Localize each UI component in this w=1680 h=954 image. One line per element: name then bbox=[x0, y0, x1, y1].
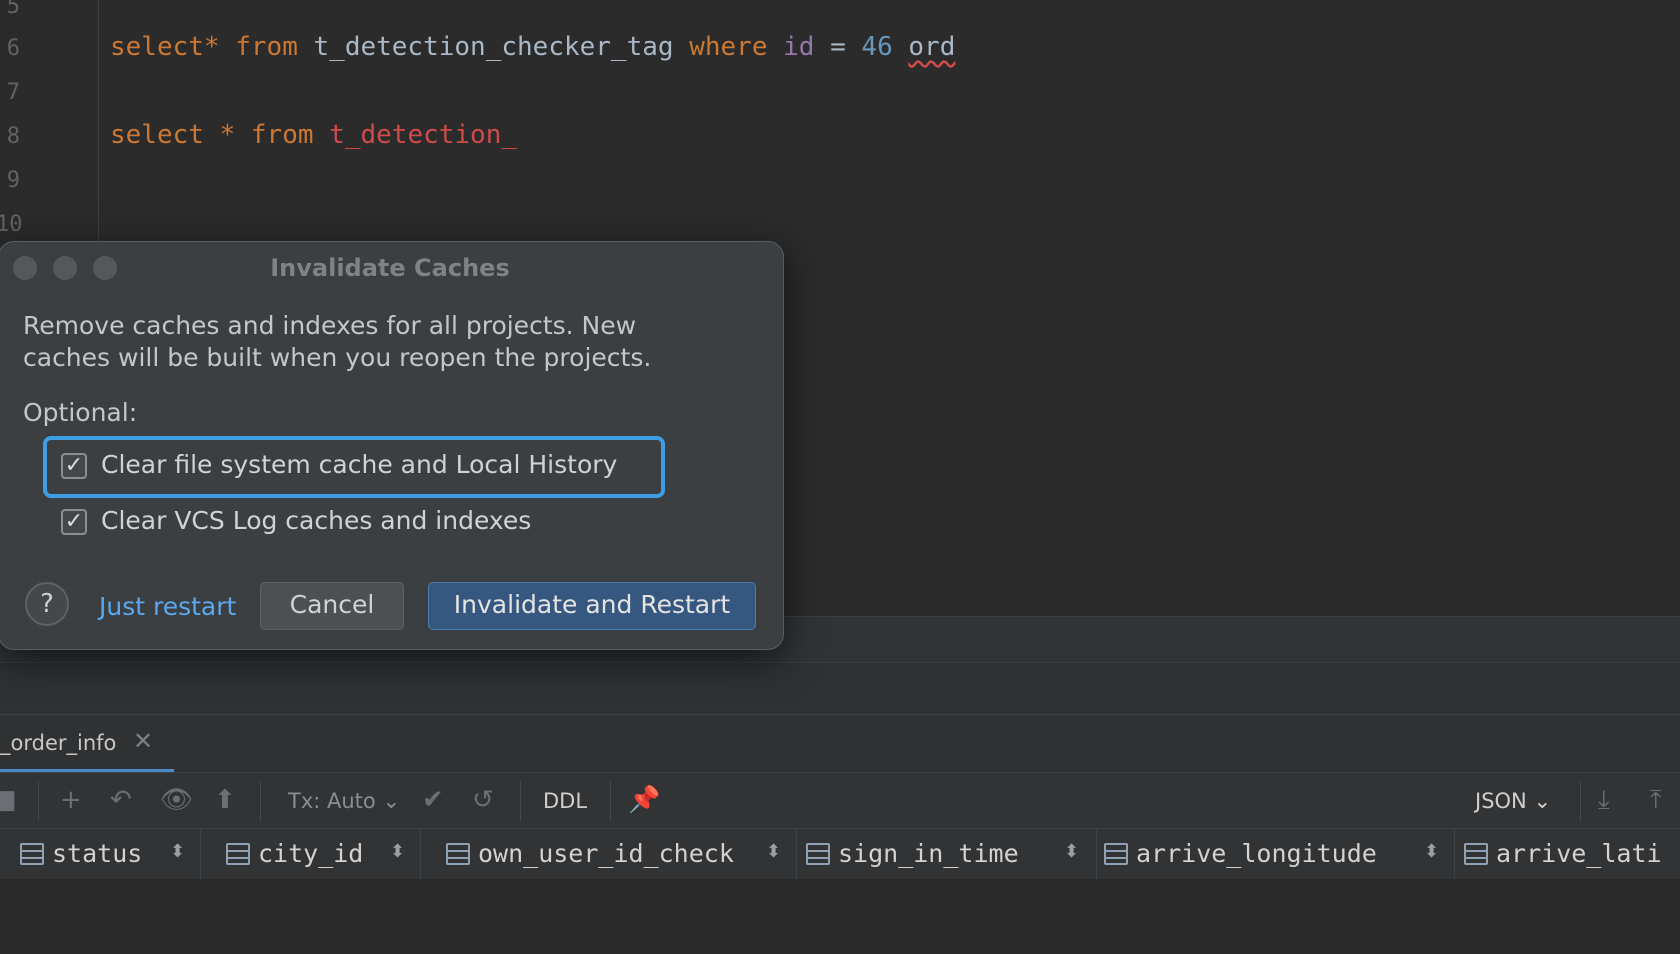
sql-error-token: ord bbox=[908, 32, 956, 62]
pin-icon[interactable]: 📌 bbox=[628, 785, 660, 815]
column-header-city-id[interactable]: city_id ⬍ bbox=[220, 829, 421, 879]
sql-column: id bbox=[783, 32, 815, 62]
sort-icon[interactable]: ⬍ bbox=[1064, 841, 1079, 862]
revert-icon[interactable]: ↶ bbox=[110, 785, 132, 815]
column-icon bbox=[20, 843, 44, 865]
column-name: arrive_longitude bbox=[1136, 839, 1377, 868]
result-grid-body bbox=[0, 879, 1680, 954]
results-tab-bar: _order_info ✕ bbox=[0, 714, 1680, 773]
transaction-mode-dropdown[interactable]: Tx: Auto ⌄ bbox=[288, 789, 400, 813]
toolbar-divider bbox=[1580, 781, 1581, 821]
column-header-arrive-latitude[interactable]: arrive_lati bbox=[1458, 829, 1680, 879]
rollback-icon[interactable]: ↺ bbox=[472, 785, 494, 815]
line-number: 6 bbox=[6, 36, 20, 61]
column-name: city_id bbox=[258, 839, 364, 868]
chevron-down-icon: ⌄ bbox=[1533, 789, 1552, 813]
sort-icon[interactable]: ⬍ bbox=[390, 841, 405, 862]
panel-splitter[interactable] bbox=[0, 662, 1680, 715]
sql-operator: * bbox=[203, 32, 220, 62]
export-format-dropdown[interactable]: JSON ⌄ bbox=[1475, 789, 1551, 813]
sql-keyword: from bbox=[235, 32, 298, 62]
just-restart-link[interactable]: Just restart bbox=[99, 592, 236, 621]
toolbar-divider bbox=[260, 781, 261, 821]
sql-keyword: select bbox=[110, 32, 204, 62]
toolbar-divider bbox=[520, 781, 521, 821]
line-number: 10 bbox=[0, 212, 23, 237]
upload-icon[interactable]: ⤒ bbox=[1650, 785, 1662, 815]
ddl-button[interactable]: DDL bbox=[543, 789, 587, 813]
submit-up-icon[interactable]: ⬆ bbox=[214, 785, 236, 815]
checkbox-checked-icon[interactable]: ✓ bbox=[61, 453, 87, 479]
column-name: sign_in_time bbox=[838, 839, 1019, 868]
dialog-title: Invalidate Caches bbox=[270, 254, 510, 282]
transaction-mode-label: Tx: Auto bbox=[288, 789, 376, 813]
tab-label: _order_info bbox=[0, 731, 117, 755]
code-line-8[interactable]: select * from t_detection_ bbox=[110, 120, 517, 150]
view-changes-icon[interactable]: 👁 bbox=[160, 785, 193, 815]
chevron-down-icon: ⌄ bbox=[382, 789, 401, 813]
column-icon bbox=[1464, 843, 1488, 865]
line-number: 8 bbox=[6, 124, 20, 149]
code-line-6[interactable]: select* from t_detection_checker_tag whe… bbox=[110, 32, 955, 62]
column-header-arrive-longitude[interactable]: arrive_longitude ⬍ bbox=[1098, 829, 1455, 879]
line-number: 5 bbox=[6, 0, 20, 19]
checkbox-checked-icon[interactable]: ✓ bbox=[61, 509, 87, 535]
help-button[interactable]: ? bbox=[25, 582, 69, 626]
column-name: arrive_lati bbox=[1496, 839, 1662, 868]
column-name: own_user_id_check bbox=[478, 839, 734, 868]
sort-icon[interactable]: ⬍ bbox=[170, 841, 185, 862]
dialog-message: Remove caches and indexes for all projec… bbox=[23, 311, 652, 372]
checkbox-label: Clear VCS Log caches and indexes bbox=[101, 506, 532, 535]
sql-keyword: where bbox=[689, 32, 768, 62]
column-icon bbox=[806, 843, 830, 865]
commit-check-icon[interactable]: ✔ bbox=[422, 785, 444, 815]
tab-order-info[interactable]: _order_info ✕ bbox=[0, 715, 174, 773]
close-icon[interactable]: ✕ bbox=[133, 727, 153, 755]
optional-label: Optional: bbox=[23, 398, 138, 427]
invalidate-and-restart-button[interactable]: Invalidate and Restart bbox=[428, 582, 756, 630]
column-icon bbox=[446, 843, 470, 865]
sql-unresolved-table: t_detection_ bbox=[329, 120, 518, 150]
column-name: status bbox=[52, 839, 143, 868]
sort-icon[interactable]: ⬍ bbox=[766, 841, 781, 862]
stop-icon[interactable]: ■ bbox=[0, 785, 17, 815]
sql-operator: * bbox=[219, 120, 236, 150]
column-header-sign-in-time[interactable]: sign_in_time ⬍ bbox=[800, 829, 1097, 879]
sql-keyword: from bbox=[250, 120, 314, 150]
column-header-own-user-id-check[interactable]: own_user_id_check ⬍ bbox=[440, 829, 797, 879]
export-format-label: JSON bbox=[1475, 789, 1527, 813]
checkbox-label: Clear file system cache and Local Histor… bbox=[101, 450, 618, 479]
download-icon[interactable]: ⤓ bbox=[1598, 785, 1610, 815]
column-icon bbox=[226, 843, 250, 865]
line-number: 7 bbox=[6, 80, 20, 105]
line-number: 9 bbox=[6, 168, 20, 193]
results-toolbar: ■ + ↶ 👁 ⬆ Tx: Auto ⌄ ✔ ↺ DDL 📌 JSON ⌄ ⤓ … bbox=[0, 772, 1680, 829]
column-icon bbox=[1104, 843, 1128, 865]
toolbar-divider bbox=[38, 781, 39, 821]
sql-operator: = bbox=[830, 32, 846, 62]
invalidate-caches-dialog: Invalidate Caches Remove caches and inde… bbox=[0, 241, 784, 650]
cancel-button[interactable]: Cancel bbox=[260, 582, 404, 630]
sql-number: 46 bbox=[861, 32, 893, 62]
result-grid-header: status ⬍ city_id ⬍ own_user_id_check ⬍ s… bbox=[0, 828, 1680, 880]
toolbar-divider bbox=[610, 781, 611, 821]
column-header-status[interactable]: status ⬍ bbox=[14, 829, 201, 879]
sort-icon[interactable]: ⬍ bbox=[1424, 841, 1439, 862]
sql-keyword: select bbox=[110, 120, 204, 150]
sql-table-name: t_detection_checker_tag bbox=[313, 32, 674, 62]
add-row-icon[interactable]: + bbox=[60, 785, 82, 815]
